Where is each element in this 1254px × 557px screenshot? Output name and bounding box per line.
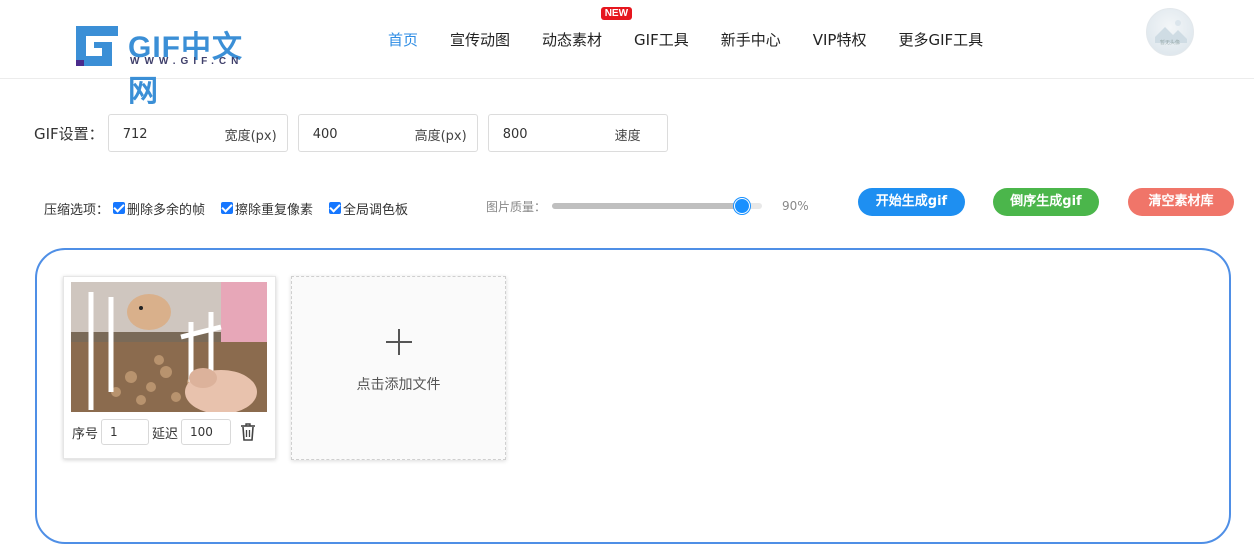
quality-slider-handle[interactable] <box>734 198 751 214</box>
height-field[interactable]: 高度(px) <box>297 114 478 153</box>
quality-value: 90% <box>782 199 809 213</box>
checkbox-global-palette[interactable]: 全局调色板 <box>329 199 408 218</box>
nav-item-label: 动态素材 <box>542 30 603 49</box>
checkbox-label: 全局调色板 <box>343 202 409 218</box>
add-file-button[interactable]: 点击添加文件 <box>291 276 506 460</box>
start-generate-button[interactable]: 开始生成gif <box>858 188 965 216</box>
plus-icon <box>386 329 412 355</box>
nav-item-promo-gif[interactable]: 宣传动图 <box>450 29 510 50</box>
checkbox-checked-icon[interactable] <box>113 202 126 214</box>
nav-item-gif-tools[interactable]: GIF工具 <box>634 29 689 50</box>
quality-slider-fill <box>552 203 742 209</box>
height-unit: 高度(px) <box>414 129 467 144</box>
seq-input[interactable] <box>101 419 150 445</box>
main-nav: 首页 宣传动图 动态素材 NEW GIF工具 新手中心 VIP特权 更多GIF工… <box>372 0 999 78</box>
frame-thumbnail <box>71 282 267 412</box>
top-header: GIF中文网 WWW.GIF.CN 首页 宣传动图 动态素材 NEW GIF工具… <box>0 0 1254 108</box>
gif-settings-label: GIF设置： <box>34 124 104 143</box>
nav-item-home[interactable]: 首页 <box>388 29 418 50</box>
clear-library-button[interactable]: 清空素材库 <box>1128 188 1234 216</box>
reverse-generate-button[interactable]: 倒序生成gif <box>993 188 1099 216</box>
nav-item-vip[interactable]: VIP特权 <box>813 29 867 50</box>
logo-mark-icon <box>72 22 122 68</box>
checkbox-label: 擦除重复像素 <box>235 202 314 218</box>
checkbox-label: 删除多余的帧 <box>127 202 206 218</box>
compress-options: 压缩选项： 删除多余的帧 擦除重复像素 全局调色板 <box>44 196 424 220</box>
new-badge: NEW <box>600 6 633 20</box>
site-logo[interactable]: GIF中文网 WWW.GIF.CN <box>72 20 272 108</box>
nav-item-dynamic-assets[interactable]: 动态素材 NEW <box>542 6 633 50</box>
compress-label: 压缩选项： <box>44 202 110 218</box>
checkbox-remove-frames[interactable]: 删除多余的帧 <box>113 199 205 218</box>
quality-label: 图片质量： <box>486 199 547 214</box>
nav-item-more-tools[interactable]: 更多GIF工具 <box>898 29 983 50</box>
frame-card: 序号 延迟 <box>63 276 276 459</box>
speed-unit: 速度 <box>614 129 641 144</box>
avatar-placeholder-icon <box>1155 20 1187 43</box>
nav-item-beginner-center[interactable]: 新手中心 <box>721 29 781 50</box>
width-field[interactable]: 宽度(px) <box>107 114 288 153</box>
speed-field[interactable]: 速度 <box>487 114 668 153</box>
width-unit: 宽度(px) <box>224 129 277 144</box>
quality-control: 图片质量： 90% <box>486 196 809 216</box>
delay-label: 延迟 <box>152 426 179 442</box>
seq-label: 序号 <box>72 426 99 442</box>
avatar-label: 暂无头像 <box>1159 40 1180 46</box>
trash-icon[interactable] <box>240 423 256 441</box>
checkbox-checked-icon[interactable] <box>221 202 234 214</box>
user-avatar-icon[interactable]: 暂无头像 <box>1146 8 1194 56</box>
hamster-image <box>71 282 267 412</box>
logo-subtext: WWW.GIF.CN <box>130 56 244 67</box>
height-input[interactable] <box>310 115 405 153</box>
delay-input[interactable] <box>181 419 232 445</box>
checkbox-checked-icon[interactable] <box>329 202 342 214</box>
width-input[interactable] <box>120 115 215 153</box>
gif-settings-row: GIF设置： 宽度(px) 高度(px) 速度 <box>34 114 678 153</box>
frame-controls: 序号 延迟 <box>72 418 256 446</box>
quality-slider[interactable] <box>552 198 763 214</box>
checkbox-erase-pixels[interactable]: 擦除重复像素 <box>221 199 313 218</box>
speed-input[interactable] <box>500 115 595 153</box>
add-file-label: 点击添加文件 <box>356 377 441 393</box>
